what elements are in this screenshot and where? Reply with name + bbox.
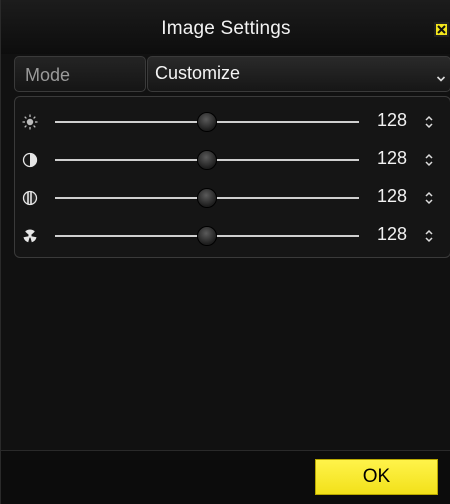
slider-row-saturation: 128 (15, 184, 450, 214)
hue-value[interactable]: 128 (367, 224, 407, 245)
brightness-value[interactable]: 128 (367, 110, 407, 131)
saturation-value[interactable]: 128 (367, 186, 407, 207)
ok-button[interactable]: OK (315, 459, 438, 495)
mode-row: Mode Customize (14, 56, 450, 92)
slider-row-hue: 128 (15, 222, 450, 252)
saturation-icon (22, 190, 38, 206)
contrast-value[interactable]: 128 (367, 148, 407, 169)
brightness-slider-thumb[interactable] (197, 112, 217, 132)
mode-label: Mode (25, 65, 71, 85)
contrast-slider-thumb[interactable] (197, 150, 217, 170)
chevron-down-icon (436, 70, 446, 88)
slider-row-brightness: 128 (15, 108, 450, 138)
hue-slider-thumb[interactable] (197, 226, 217, 246)
mode-selected-value: Customize (155, 63, 241, 83)
contrast-icon (22, 152, 38, 168)
slider-row-contrast: 128 (15, 146, 450, 176)
close-icon[interactable] (434, 22, 449, 37)
slider-panel: 128 128 128 128 (14, 96, 450, 258)
spin-updown-icon[interactable] (424, 228, 434, 249)
image-settings-dialog: Image Settings Mode Customize 128 128 12… (0, 0, 450, 504)
spin-updown-icon[interactable] (424, 190, 434, 211)
title-bar: Image Settings (1, 0, 450, 54)
mode-select[interactable]: Customize (147, 56, 450, 92)
brightness-icon (22, 114, 38, 130)
mode-label-box: Mode (14, 56, 146, 92)
button-bar: OK (1, 450, 450, 504)
spin-updown-icon[interactable] (424, 114, 434, 135)
dialog-title: Image Settings (161, 18, 291, 39)
hue-icon (22, 228, 38, 244)
spin-updown-icon[interactable] (424, 152, 434, 173)
saturation-slider-thumb[interactable] (197, 188, 217, 208)
